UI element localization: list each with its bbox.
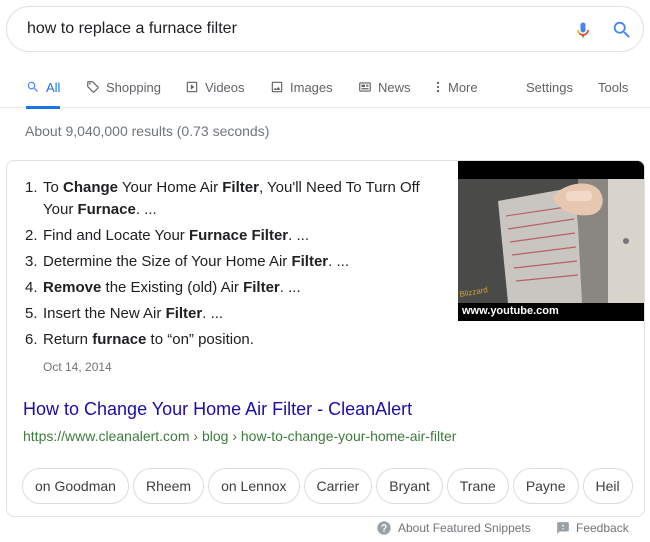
step-item: 2. Find and Locate Your Furnace Filter. .…	[25, 225, 445, 247]
video-source: www.youtube.com	[462, 305, 559, 317]
play-icon	[186, 81, 198, 93]
step-number: 3.	[25, 253, 38, 270]
tools-link[interactable]: Tools	[598, 66, 628, 108]
steps-list: 1. To Change Your Home Air Filter, You'll…	[25, 177, 445, 355]
step-text: Insert the New Air	[43, 305, 166, 322]
url-path-blog: blog	[201, 428, 229, 444]
tab-more[interactable]: More	[434, 66, 478, 108]
step-number: 4.	[25, 279, 38, 296]
step-bold-text: Filter	[291, 253, 329, 270]
search-icon	[27, 81, 38, 92]
step-number: 5.	[25, 305, 38, 322]
settings-link[interactable]: Settings	[526, 66, 573, 108]
search-icon[interactable]	[611, 19, 633, 41]
snippet-date: Oct 14, 2014	[43, 360, 112, 374]
feedback-icon	[557, 522, 569, 534]
step-bold-text: Change	[63, 179, 119, 196]
step-number: 2.	[25, 227, 38, 244]
step-text: Your Home Air	[118, 179, 223, 196]
step-text: . ...	[279, 279, 301, 296]
tab-label: More	[448, 79, 478, 95]
related-chip[interactable]: Bryant	[376, 468, 443, 504]
related-chip[interactable]: Heil	[582, 468, 633, 504]
feedback-link[interactable]: Feedback	[556, 517, 629, 539]
related-chip[interactable]: Rheem	[132, 468, 205, 504]
video-frame-image: Blizzard	[458, 161, 644, 321]
step-item: 6. Return furnace to “on” position.	[25, 329, 445, 351]
result-title-link[interactable]: How to Change Your Home Air Filter - Cle…	[23, 399, 412, 420]
help-icon	[377, 521, 391, 535]
search-bar	[6, 6, 644, 52]
tab-label: Images	[290, 79, 333, 95]
step-bold-text: Remove	[43, 279, 102, 296]
step-number: 6.	[25, 331, 38, 348]
step-text: the Existing (old) Air	[101, 279, 244, 296]
related-chips: on Goodman Rheem on Lennox Carrier Bryant Tra…	[22, 468, 644, 506]
step-item: 3. Determine the Size of Your Home Air Fi…	[25, 251, 445, 273]
tab-videos[interactable]: Videos	[185, 66, 245, 108]
tab-images[interactable]: Images	[270, 66, 333, 108]
url-domain: https://www.cleanalert.com	[23, 428, 190, 444]
more-vert-icon	[436, 81, 440, 93]
tab-label: All	[46, 79, 61, 95]
step-item: 1. To Change Your Home Air Filter, You'll…	[25, 177, 445, 221]
tag-icon	[87, 81, 99, 93]
step-bold-text: Filter	[243, 279, 280, 296]
image-icon	[271, 81, 283, 93]
step-item: 5. Insert the New Air Filter. ...	[25, 303, 445, 325]
related-chip[interactable]: Payne	[512, 468, 579, 504]
step-bold-text: furnace	[92, 331, 147, 348]
related-chip[interactable]: Trane	[446, 468, 509, 504]
step-bold-text: Filter	[222, 179, 259, 196]
step-text: To	[43, 179, 64, 196]
tab-label: News	[378, 79, 411, 95]
tab-shopping[interactable]: Shopping	[86, 66, 161, 108]
about-featured-snippets-link[interactable]: About Featured Snippets	[376, 517, 531, 539]
feedback-label: Feedback	[576, 521, 629, 535]
tab-news[interactable]: News	[358, 66, 411, 108]
featured-snippet: 1. To Change Your Home Air Filter, You'll…	[6, 160, 645, 517]
newspaper-icon	[359, 82, 371, 92]
related-chip[interactable]: on Goodman	[22, 468, 129, 504]
step-text: to “on” position.	[146, 331, 254, 348]
step-number: 1.	[25, 179, 38, 196]
related-chip[interactable]: on Lennox	[208, 468, 300, 504]
step-text: Find and Locate Your	[43, 227, 189, 244]
step-item: 4. Remove the Existing (old) Air Filter. …	[25, 277, 445, 299]
step-bold-text: Furnace	[77, 201, 136, 218]
result-stats: About 9,040,000 results (0.73 seconds)	[25, 123, 270, 139]
settings-label: Settings	[526, 79, 573, 95]
video-thumbnail[interactable]: Blizzard www.youtube.com	[458, 161, 644, 321]
url-path-article: how-to-change-your-home-air-filter	[240, 428, 457, 444]
tab-all[interactable]: All	[26, 66, 61, 109]
step-text: . ...	[288, 227, 309, 244]
step-text: . ...	[202, 305, 224, 322]
step-text: . ...	[135, 201, 157, 218]
result-url[interactable]: https://www.cleanalert.com › blog › how-…	[23, 428, 456, 444]
tab-label: Videos	[205, 79, 245, 95]
step-bold-text: Furnace Filter	[188, 227, 289, 244]
related-chip[interactable]: Carrier	[303, 468, 373, 504]
tools-label: Tools	[598, 79, 629, 95]
step-text: Return	[43, 331, 93, 348]
about-label: About Featured Snippets	[398, 521, 531, 535]
step-bold-text: Filter	[165, 305, 203, 322]
step-text: Determine the Size of Your Home Air	[43, 253, 292, 270]
search-tabs: All Shopping Videos Images News More Set…	[0, 66, 650, 109]
tab-label: Shopping	[106, 79, 161, 95]
microphone-icon[interactable]	[573, 19, 593, 41]
search-input[interactable]	[27, 7, 547, 51]
step-text: . ...	[328, 253, 349, 270]
